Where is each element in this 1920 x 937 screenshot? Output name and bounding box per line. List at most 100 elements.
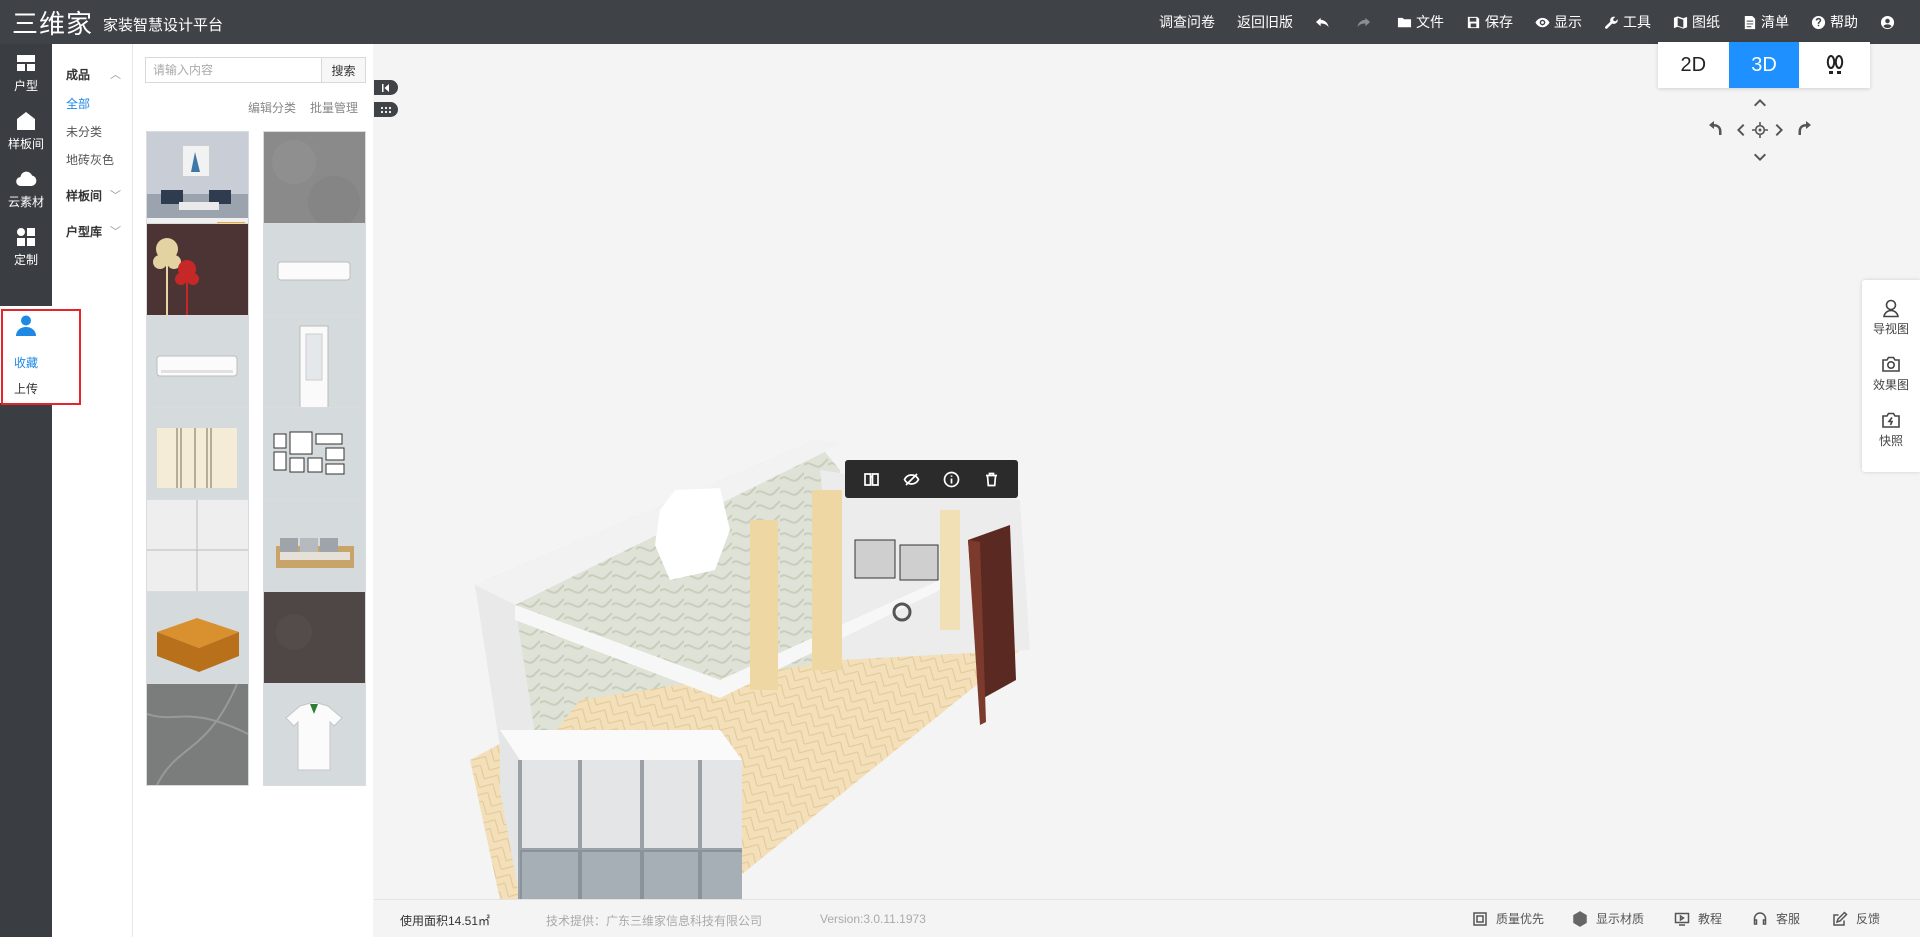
submenu-upload[interactable]: 上传: [14, 380, 38, 397]
living-room-image: 170600: [147, 132, 248, 233]
survey-button[interactable]: 调查问卷: [1148, 0, 1226, 44]
undo-button[interactable]: [1304, 0, 1345, 44]
room-render: [470, 440, 1030, 900]
help-icon: [1811, 15, 1826, 29]
edit-category-link[interactable]: 编辑分类: [248, 99, 296, 116]
back-old-label: 返回旧版: [1237, 14, 1293, 30]
nav-cloud-material[interactable]: 云素材: [0, 160, 52, 218]
file-menu[interactable]: 文件: [1386, 0, 1455, 44]
collapse-panel-button[interactable]: [374, 80, 398, 95]
pan-up-button[interactable]: [1752, 94, 1768, 113]
thumb-gray-marble[interactable]: [146, 683, 249, 786]
tutorial-label: 教程: [1698, 912, 1723, 926]
thumb-sofa[interactable]: [263, 499, 366, 602]
category-showroom[interactable]: 样板间 ﹀: [66, 187, 121, 204]
thumb-white-window-frame[interactable]: [263, 315, 366, 418]
shirt-image: [264, 684, 365, 785]
file-label: 文件: [1416, 14, 1444, 30]
thumb-wooden-coffee-table[interactable]: [146, 591, 249, 694]
app-root: 三维家 家装智慧设计平台 调查问卷 返回旧版 文件 保存 显示 工具 图纸 清单…: [0, 0, 1920, 937]
display-menu[interactable]: 显示: [1524, 0, 1593, 44]
thumb-gray-concrete[interactable]: [263, 131, 366, 234]
thumb-white-ac-unit[interactable]: [263, 223, 366, 326]
edit-note-icon: [1833, 910, 1848, 926]
room-3d-model[interactable]: [420, 430, 1060, 900]
drawings-menu[interactable]: 图纸: [1662, 0, 1731, 44]
striped-panel-image: [147, 408, 248, 509]
show-material-label: 显示材质: [1596, 912, 1645, 926]
eye-off-icon: [903, 472, 920, 486]
feedback-button[interactable]: 反馈: [1832, 910, 1880, 927]
customer-service-button[interactable]: 客服: [1752, 910, 1800, 927]
reset-view-button[interactable]: [1752, 122, 1768, 141]
tutorial-button[interactable]: 教程: [1674, 910, 1722, 927]
category-uncategorized[interactable]: 未分类: [66, 123, 102, 140]
view-mode-switch: 2D 3D: [1658, 42, 1870, 88]
photo-frames-image: [264, 408, 365, 509]
logo[interactable]: 三维家 家装智慧设计平台: [12, 7, 224, 40]
replace-model-button[interactable]: [859, 467, 883, 491]
view-2d-button[interactable]: 2D: [1658, 42, 1729, 88]
thumb-white-shirt[interactable]: [263, 683, 366, 786]
nav-showroom[interactable]: 样板间: [0, 102, 52, 160]
chevron-left-icon: [1737, 124, 1745, 136]
search-button[interactable]: 搜索: [321, 57, 366, 83]
quality-priority-button[interactable]: 质量优先: [1472, 910, 1544, 927]
thumb-dark-stone[interactable]: [263, 591, 366, 694]
ac-unit-2-image: [147, 316, 248, 417]
nav-showroom-label: 样板间: [7, 137, 44, 151]
list-menu[interactable]: 清单: [1731, 0, 1800, 44]
redo-button[interactable]: [1345, 0, 1386, 44]
render-image-label: 效果图: [1872, 378, 1909, 392]
tools-menu[interactable]: 工具: [1593, 0, 1662, 44]
view-3d-button[interactable]: 3D: [1728, 42, 1800, 88]
help-label: 帮助: [1830, 14, 1858, 30]
thumb-tree-wallpaper[interactable]: [146, 223, 249, 326]
ac-unit-image: [264, 224, 365, 325]
rotate-right-button[interactable]: [1796, 120, 1812, 139]
nav-custom-label: 定制: [13, 253, 38, 267]
grid-view-button[interactable]: [374, 102, 398, 117]
delete-button[interactable]: [980, 467, 1004, 491]
batch-manage-link[interactable]: 批量管理: [310, 99, 358, 116]
floorplan-icon: [17, 55, 35, 71]
pan-left-button[interactable]: [1732, 122, 1748, 141]
category-all[interactable]: 全部: [66, 95, 90, 112]
search-input[interactable]: [145, 57, 321, 83]
thumb-living-room-scene[interactable]: 170600: [146, 131, 249, 234]
person-pin-icon: [1883, 299, 1899, 318]
info-button[interactable]: [940, 467, 964, 491]
submenu-favorites[interactable]: 收藏: [14, 354, 38, 371]
rotate-right-icon: [1798, 121, 1811, 135]
thumb-photo-frames-wall[interactable]: [263, 407, 366, 510]
hide-button[interactable]: [899, 467, 923, 491]
render-image-button[interactable]: 效果图: [1862, 354, 1920, 393]
favorites-user-button[interactable]: [14, 313, 38, 337]
save-icon: [1467, 16, 1480, 28]
nav-floorplan[interactable]: 户型: [0, 44, 52, 102]
tree-wallpaper-image: [147, 224, 248, 325]
category-floorplan-lib[interactable]: 户型库 ﹀: [66, 223, 121, 240]
category-tile-gray[interactable]: 地砖灰色: [66, 151, 114, 168]
show-material-button[interactable]: 显示材质: [1572, 910, 1644, 927]
app-title: 家装智慧设计平台: [103, 17, 224, 34]
pan-down-button[interactable]: [1752, 150, 1768, 169]
back-old-version-button[interactable]: 返回旧版: [1226, 0, 1304, 44]
pan-right-button[interactable]: [1772, 122, 1788, 141]
rotate-left-button[interactable]: [1708, 120, 1724, 139]
help-menu[interactable]: 帮助: [1800, 0, 1869, 44]
gray-marble-image: [147, 684, 248, 785]
nav-custom[interactable]: 定制: [0, 218, 52, 276]
user-account-button[interactable]: [1869, 0, 1910, 44]
walkthrough-button[interactable]: [1799, 42, 1870, 88]
snapshot-button[interactable]: 快照: [1862, 410, 1920, 449]
wrench-icon: [1605, 16, 1618, 29]
thumb-marble-tile[interactable]: [146, 499, 249, 602]
save-button[interactable]: 保存: [1455, 0, 1524, 44]
guide-view-button[interactable]: 导视图: [1862, 298, 1920, 337]
thumb-striped-panel[interactable]: [146, 407, 249, 510]
right-tools-panel: 导视图 效果图 快照: [1862, 280, 1920, 472]
category-finished[interactable]: 成品 ︿: [66, 66, 121, 83]
thumb-white-ac-unit-2[interactable]: [146, 315, 249, 418]
feedback-label: 反馈: [1856, 912, 1881, 926]
